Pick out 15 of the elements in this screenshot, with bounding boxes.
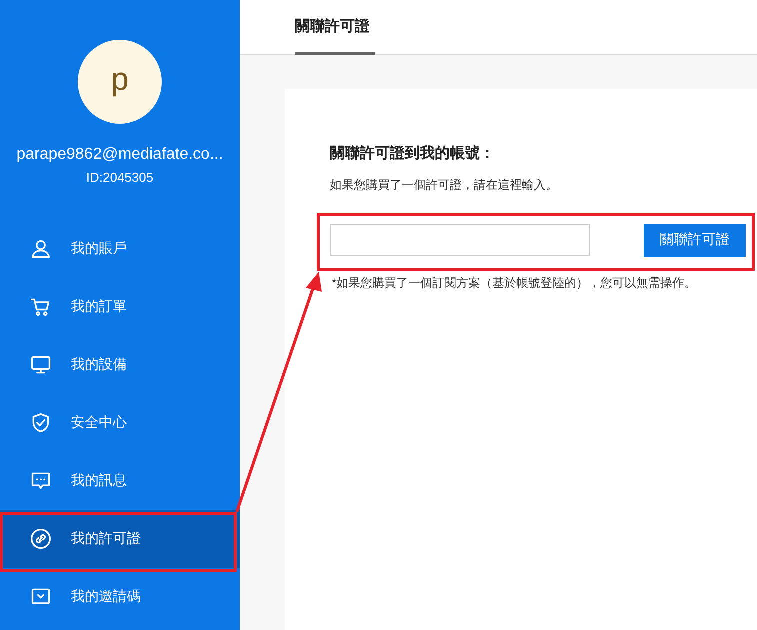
sidebar-item[interactable]: 我的設備 bbox=[0, 336, 240, 394]
sidebar-item[interactable]: 我的許可證 bbox=[0, 510, 240, 568]
sidebar-item[interactable]: 我的訂單 bbox=[0, 278, 240, 336]
note-text: *如果您購買了一個訂閱方案（基於帳號登陸的），您可以無需操作。 bbox=[332, 274, 698, 292]
sidebar-item[interactable]: 我的訊息 bbox=[0, 452, 240, 510]
sidebar-item[interactable]: 安全中心 bbox=[0, 394, 240, 452]
user-email: parape9862@mediafate.co... bbox=[16, 146, 224, 164]
hint-text: 如果您購買了一個許可證，請在這裡輸入。 bbox=[330, 176, 559, 194]
link-license-button[interactable]: 關聯許可證 bbox=[644, 224, 746, 257]
avatar: p bbox=[78, 40, 162, 124]
sidebar-item[interactable]: 我的邀請碼 bbox=[0, 568, 240, 626]
tab[interactable]: 關聯許可證 bbox=[295, 16, 375, 55]
user-id: ID:2045305 bbox=[86, 170, 154, 185]
sidebar-item[interactable]: 我的賬戶 bbox=[0, 220, 240, 278]
section-heading: 關聯許可證到我的帳號： bbox=[330, 144, 496, 163]
